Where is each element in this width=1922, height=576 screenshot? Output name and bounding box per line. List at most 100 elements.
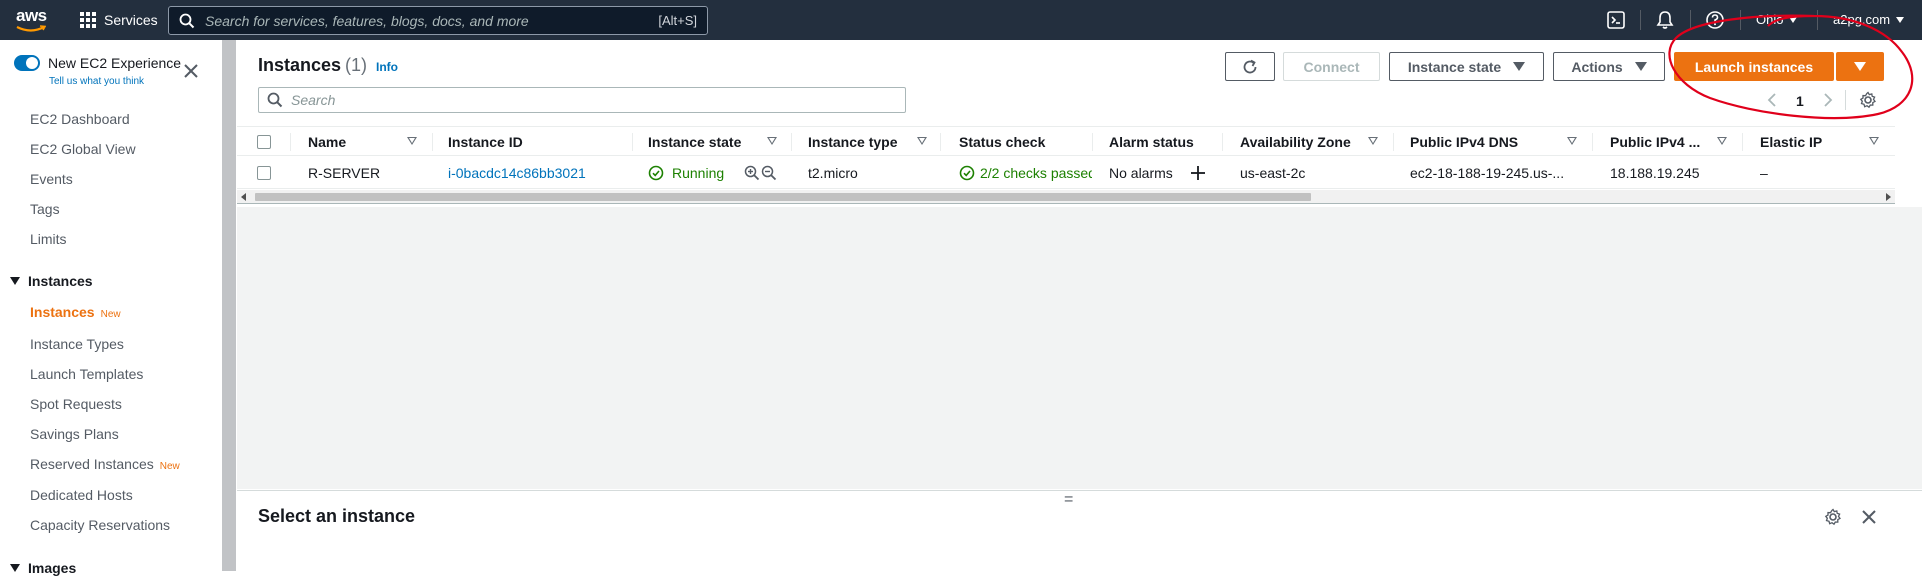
sort-caret-icon[interactable] — [917, 137, 927, 145]
zoom-in-icon[interactable] — [744, 165, 760, 181]
instance-state-dropdown[interactable]: Instance state — [1389, 52, 1544, 81]
sort-caret-icon[interactable] — [1368, 137, 1378, 145]
instances-search-input[interactable] — [291, 92, 905, 108]
region-selector[interactable]: Ohio — [1756, 12, 1798, 27]
sort-caret-icon[interactable] — [1717, 137, 1727, 145]
sidebar-section-label: Images — [28, 560, 77, 576]
column-header-status-check[interactable]: Status check — [959, 134, 1045, 150]
chevron-right-icon[interactable] — [1822, 92, 1834, 108]
close-icon[interactable] — [1861, 509, 1877, 525]
aws-logo[interactable]: aws — [14, 6, 54, 34]
sidebar-section-label: Instances — [28, 273, 93, 289]
cell-public-ipv4: 18.188.19.245 — [1610, 165, 1700, 181]
column-header-instance-type[interactable]: Instance type — [808, 134, 897, 150]
sort-caret-icon[interactable] — [1567, 137, 1577, 145]
launch-instances-button[interactable]: Launch instances — [1674, 52, 1834, 81]
sidebar-item-ec2-dashboard[interactable]: EC2 Dashboard — [30, 111, 130, 127]
zoom-out-icon[interactable] — [761, 165, 777, 181]
services-menu-button[interactable]: Services — [80, 0, 158, 40]
column-divider — [1592, 133, 1593, 151]
empty-table-area — [237, 207, 1922, 489]
column-divider — [791, 133, 792, 151]
table-row[interactable]: R-SERVER i-0bacdc14c86bb3021 Running t2.… — [237, 157, 1895, 189]
bell-icon[interactable] — [1655, 10, 1675, 30]
row-checkbox[interactable] — [257, 166, 271, 180]
sidebar-item-reserved-instances[interactable]: Reserved Instances New — [30, 456, 180, 472]
info-link[interactable]: Info — [376, 60, 398, 74]
nav-divider — [1817, 10, 1818, 30]
sidebar-item-spot-requests[interactable]: Spot Requests — [30, 396, 122, 412]
sort-caret-icon[interactable] — [407, 137, 417, 145]
cell-instance-type: t2.micro — [808, 165, 858, 181]
new-badge: New — [100, 309, 121, 320]
sidebar-item-launch-templates[interactable]: Launch Templates — [30, 366, 143, 382]
scrollbar-thumb[interactable] — [255, 193, 1311, 201]
new-badge: New — [159, 461, 180, 472]
caret-down-icon — [1634, 62, 1647, 71]
sidebar-item-instance-types[interactable]: Instance Types — [30, 336, 124, 352]
sidebar-item-limits[interactable]: Limits — [30, 231, 67, 247]
sidebar-scrollbar[interactable] — [222, 40, 236, 571]
column-header-name[interactable]: Name — [308, 134, 346, 150]
page-number[interactable]: 1 — [1796, 93, 1804, 109]
actions-dropdown[interactable]: Actions — [1553, 52, 1665, 81]
launch-instances-dropdown[interactable] — [1836, 52, 1884, 81]
refresh-button[interactable] — [1225, 52, 1275, 81]
sidebar-item-ec2-global-view[interactable]: EC2 Global View — [30, 141, 136, 157]
column-header-alarm-status[interactable]: Alarm status — [1109, 134, 1194, 150]
gear-icon[interactable] — [1824, 508, 1842, 526]
table-horizontal-scrollbar[interactable] — [237, 190, 1895, 204]
column-header-availability-zone[interactable]: Availability Zone — [1240, 134, 1351, 150]
sort-caret-icon[interactable] — [767, 137, 777, 145]
add-alarm-icon[interactable] — [1190, 165, 1206, 181]
aws-logo-text: aws — [16, 6, 47, 25]
check-circle-icon — [959, 165, 975, 181]
sidebar-item-capacity-reservations[interactable]: Capacity Reservations — [30, 517, 170, 533]
sidebar-section-images[interactable]: Images — [10, 560, 76, 576]
instances-search-bar[interactable] — [258, 87, 906, 113]
sidebar-item-tags[interactable]: Tags — [30, 201, 60, 217]
sidebar-item-instances[interactable]: Instances New — [30, 304, 121, 320]
chevron-left-icon[interactable] — [1766, 92, 1778, 108]
services-label: Services — [104, 12, 158, 28]
cell-status-check[interactable]: 2/2 checks passed — [980, 165, 1092, 181]
scroll-right-icon[interactable] — [1884, 193, 1892, 201]
instance-count: (1) — [345, 55, 368, 75]
scroll-left-icon[interactable] — [240, 193, 248, 201]
column-header-instance-id[interactable]: Instance ID — [448, 134, 523, 150]
sort-caret-icon[interactable] — [1869, 137, 1879, 145]
sidebar-item-savings-plans[interactable]: Savings Plans — [30, 426, 119, 442]
account-menu[interactable]: a2pg.com — [1833, 12, 1905, 27]
sidebar-item-events[interactable]: Events — [30, 171, 73, 187]
split-panel-resize-handle[interactable]: = — [1064, 491, 1073, 509]
column-divider — [940, 133, 941, 151]
column-header-public-ipv4[interactable]: Public IPv4 ... — [1610, 134, 1700, 150]
caret-down-icon — [10, 277, 20, 285]
page-title-text: Instances — [258, 55, 342, 75]
column-header-instance-state[interactable]: Instance state — [648, 134, 741, 150]
feedback-link[interactable]: Tell us what you think — [49, 76, 144, 87]
cell-elastic-ip: – — [1760, 165, 1768, 181]
close-icon[interactable] — [182, 62, 200, 80]
cell-availability-zone: us-east-2c — [1240, 165, 1306, 181]
column-divider — [1393, 133, 1394, 151]
region-label: Ohio — [1756, 12, 1784, 27]
column-header-elastic-ip[interactable]: Elastic IP — [1760, 134, 1822, 150]
gear-icon[interactable] — [1859, 91, 1877, 109]
cloudshell-icon[interactable] — [1606, 10, 1626, 30]
cell-public-ipv4-dns: ec2-18-188-19-245.us-... — [1410, 165, 1565, 181]
cell-instance-id-link[interactable]: i-0bacdc14c86bb3021 — [448, 165, 586, 181]
global-search-input[interactable] — [205, 12, 659, 29]
new-experience-label: New EC2 Experience — [48, 55, 182, 71]
column-header-public-ipv4-dns[interactable]: Public IPv4 DNS — [1410, 134, 1518, 150]
cell-name: R-SERVER — [308, 165, 381, 181]
connect-button[interactable]: Connect — [1283, 52, 1380, 81]
new-experience-toggle[interactable] — [14, 55, 40, 71]
global-search-bar[interactable]: [Alt+S] — [168, 6, 708, 35]
sidebar-item-dedicated-hosts[interactable]: Dedicated Hosts — [30, 487, 133, 503]
instance-state-label: Instance state — [1407, 58, 1502, 75]
help-icon[interactable] — [1705, 10, 1725, 30]
sidebar-section-instances[interactable]: Instances — [10, 273, 93, 289]
select-all-checkbox[interactable] — [257, 135, 271, 149]
account-label: a2pg.com — [1833, 12, 1891, 27]
